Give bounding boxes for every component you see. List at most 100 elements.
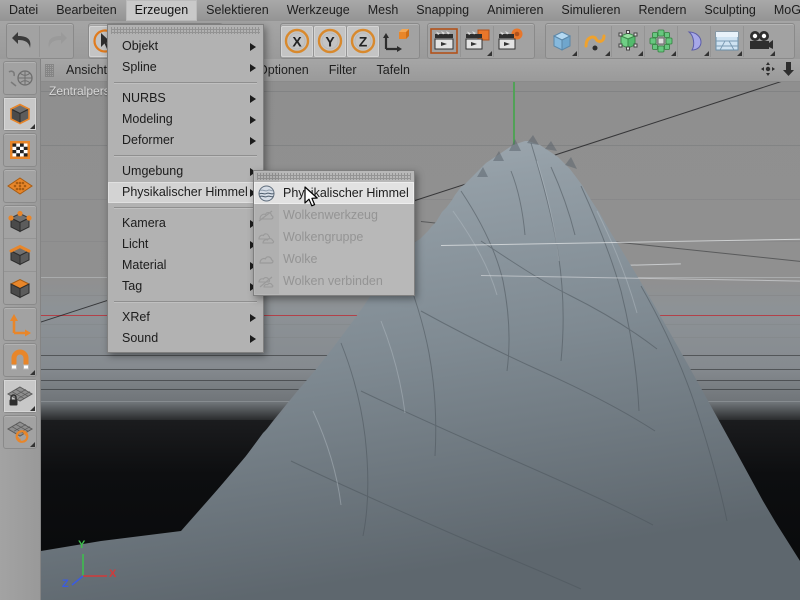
dropdown-item-label: XRef	[122, 310, 150, 324]
submenu-arrow-icon	[250, 334, 256, 343]
dropdown-item-xref[interactable]: XRef	[108, 307, 263, 328]
submenu-arrow-icon	[250, 63, 256, 72]
zoom-camera-icon[interactable]	[782, 61, 796, 82]
menu-item-simulieren[interactable]: Simulieren	[552, 0, 629, 21]
menu-item-animieren[interactable]: Animieren	[478, 0, 552, 21]
render-settings-button[interactable]	[494, 26, 526, 57]
menu-item-rendern[interactable]: Rendern	[629, 0, 695, 21]
camera-button[interactable]	[744, 26, 776, 57]
magnet-button[interactable]	[4, 344, 36, 376]
axis-mode-button[interactable]	[4, 308, 36, 340]
svg-text:X: X	[292, 34, 302, 50]
submenu-item-wolkengruppe: Wolkengruppe	[254, 226, 414, 248]
texture-mode-button[interactable]	[4, 134, 36, 166]
submenu-item-label: Physikalischer Himmel	[283, 185, 409, 200]
dropdown-item-label: NURBS	[122, 91, 166, 105]
lock-workplane-button[interactable]	[4, 380, 36, 412]
points-mode-button[interactable]	[4, 206, 36, 239]
polygons-edit-button[interactable]	[4, 272, 36, 304]
viewport-menu-filter[interactable]: Filter	[319, 61, 367, 79]
menu-separator	[114, 207, 257, 209]
dropdown-item-label: Modeling	[122, 112, 173, 126]
axis-x-lock-button[interactable]: X	[281, 25, 314, 57]
connect-clouds-icon	[257, 272, 276, 290]
erzeugen-dropdown-menu: Objekt Spline NURBS Modeling Deformer Umgebun…	[107, 24, 264, 353]
dropdown-item-tag[interactable]: Tag	[108, 276, 263, 297]
menu-item-erzeugen[interactable]: Erzeugen	[125, 0, 198, 21]
menu-item-datei[interactable]: Datei	[0, 0, 47, 21]
workplane-toggle-button[interactable]	[4, 416, 36, 448]
nurbs-button[interactable]	[612, 25, 645, 57]
flyout-triangle-icon	[671, 50, 676, 56]
dropdown-item-label: Kamera	[122, 216, 166, 230]
left-tool-palette	[0, 59, 41, 600]
toolbar-group-objects	[545, 23, 795, 59]
menu-item-mesh[interactable]: Mesh	[359, 0, 408, 21]
menu-item-selektieren[interactable]: Selektieren	[197, 0, 278, 21]
submenu-item-label: Wolken verbinden	[283, 273, 383, 288]
model-mode-button[interactable]	[4, 98, 36, 130]
viewport-axis-gizmo: Y X Z	[61, 539, 131, 590]
undo-button[interactable]	[7, 25, 40, 57]
toolbar-group-axis-locks: X Y Z	[280, 23, 420, 59]
left-group-polygon-mode	[3, 169, 37, 203]
menu-item-mograph[interactable]: MoGraph	[765, 0, 800, 21]
render-picture-viewer-button[interactable]	[461, 25, 494, 57]
dropdown-item-licht[interactable]: Licht	[108, 234, 263, 255]
menu-item-werkzeuge[interactable]: Werkzeuge	[278, 0, 359, 21]
submenu-item-physikalischer-himmel[interactable]: Physikalischer Himmel	[254, 182, 414, 204]
flyout-triangle-icon	[30, 370, 35, 375]
left-group-magnet	[3, 343, 37, 377]
dropdown-item-spline[interactable]: Spline	[108, 57, 263, 78]
menu-separator	[114, 301, 257, 303]
environment-button[interactable]	[711, 25, 744, 57]
menu-tear-off-handle[interactable]	[111, 27, 260, 34]
flyout-triangle-icon	[737, 50, 742, 56]
dropdown-item-material[interactable]: Material	[108, 255, 263, 276]
polygon-mode-button[interactable]	[4, 170, 36, 202]
dropdown-item-physikalischer-himmel[interactable]: Physikalischer Himmel	[108, 182, 263, 203]
submenu-item-label: Wolkenwerkzeug	[283, 207, 378, 222]
menu-item-bearbeiten[interactable]: Bearbeiten	[47, 0, 125, 21]
dropdown-item-umgebung[interactable]: Umgebung	[108, 161, 263, 182]
left-group-model-mode	[3, 97, 37, 131]
dropdown-item-label: Physikalischer Himmel	[122, 185, 248, 199]
left-group-workplane-toggle	[3, 415, 37, 449]
dropdown-item-nurbs[interactable]: NURBS	[108, 88, 263, 109]
submenu-tear-off-handle[interactable]	[257, 173, 411, 180]
dropdown-item-label: Sound	[122, 331, 159, 345]
viewport-tools-button[interactable]	[4, 62, 36, 94]
axis-z-lock-button[interactable]: Z	[347, 25, 380, 57]
dropdown-item-kamera[interactable]: Kamera	[108, 213, 263, 234]
dropdown-item-deformer[interactable]: Deformer	[108, 130, 263, 151]
redo-button[interactable]	[40, 26, 72, 57]
viewport-camera-controls	[760, 61, 796, 82]
cloud-group-icon	[257, 228, 276, 246]
left-group-axis-mode	[3, 307, 37, 341]
deformer-button[interactable]	[678, 25, 711, 57]
edges-mode-button[interactable]	[4, 239, 36, 272]
flyout-triangle-icon	[638, 50, 643, 56]
submenu-item-label: Wolkengruppe	[283, 229, 364, 244]
flyout-triangle-icon	[30, 124, 35, 129]
dropdown-item-sound[interactable]: Sound	[108, 328, 263, 349]
viewport-menu-tafeln[interactable]: Tafeln	[367, 61, 420, 79]
axis-y-lock-button[interactable]: Y	[314, 25, 347, 57]
dropdown-item-objekt[interactable]: Objekt	[108, 36, 263, 57]
menu-item-snapping[interactable]: Snapping	[407, 0, 478, 21]
render-view-button[interactable]	[428, 25, 461, 57]
menu-item-sculpting[interactable]: Sculpting	[695, 0, 764, 21]
submenu-arrow-icon	[250, 136, 256, 145]
viewport-grip-handle[interactable]	[45, 63, 54, 77]
submenu-arrow-icon	[250, 42, 256, 51]
spline-button[interactable]	[579, 25, 612, 57]
cube-primitive-button[interactable]	[546, 25, 579, 57]
pan-move-icon[interactable]	[760, 61, 776, 82]
left-group-component-modes	[3, 205, 37, 305]
modeling-array-button[interactable]	[645, 25, 678, 57]
world-object-coordinates-button[interactable]	[380, 26, 412, 57]
flyout-triangle-icon	[30, 406, 35, 411]
left-group-viewport	[3, 61, 37, 95]
dropdown-item-modeling[interactable]: Modeling	[108, 109, 263, 130]
submenu-item-wolken-verbinden: Wolken verbinden	[254, 270, 414, 292]
